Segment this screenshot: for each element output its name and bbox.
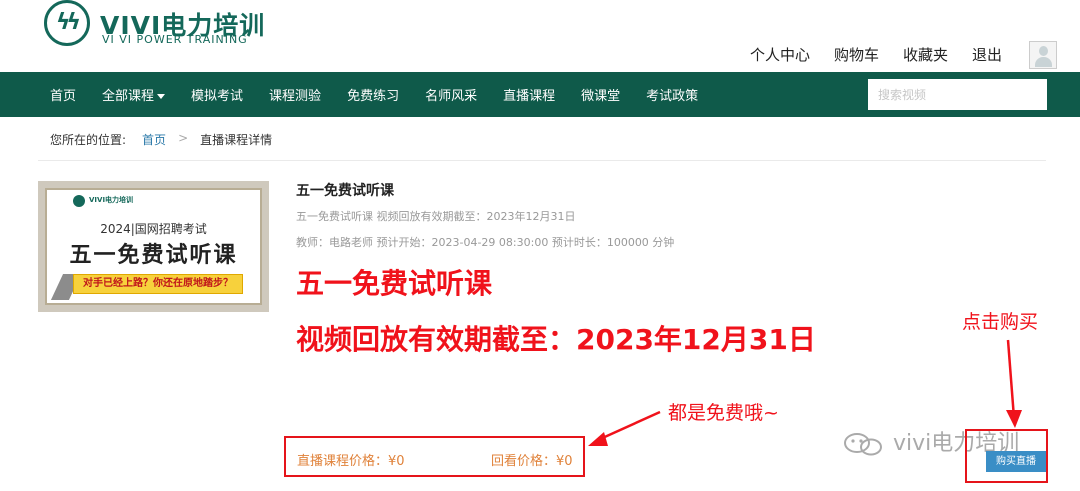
arrow-to-buy-icon: [1006, 339, 1022, 428]
price-box: 直播课程价格：¥0 回看价格：¥0: [284, 436, 585, 477]
arrow-to-price-icon: [588, 410, 661, 446]
buy-live-button[interactable]: 购买直播: [986, 451, 1046, 472]
live-price: 直播课程价格：¥0: [297, 454, 405, 469]
annotation-arrows: [588, 339, 1022, 446]
wechat-icon: [844, 433, 882, 456]
replay-price: 回看价格：¥0: [491, 454, 573, 469]
